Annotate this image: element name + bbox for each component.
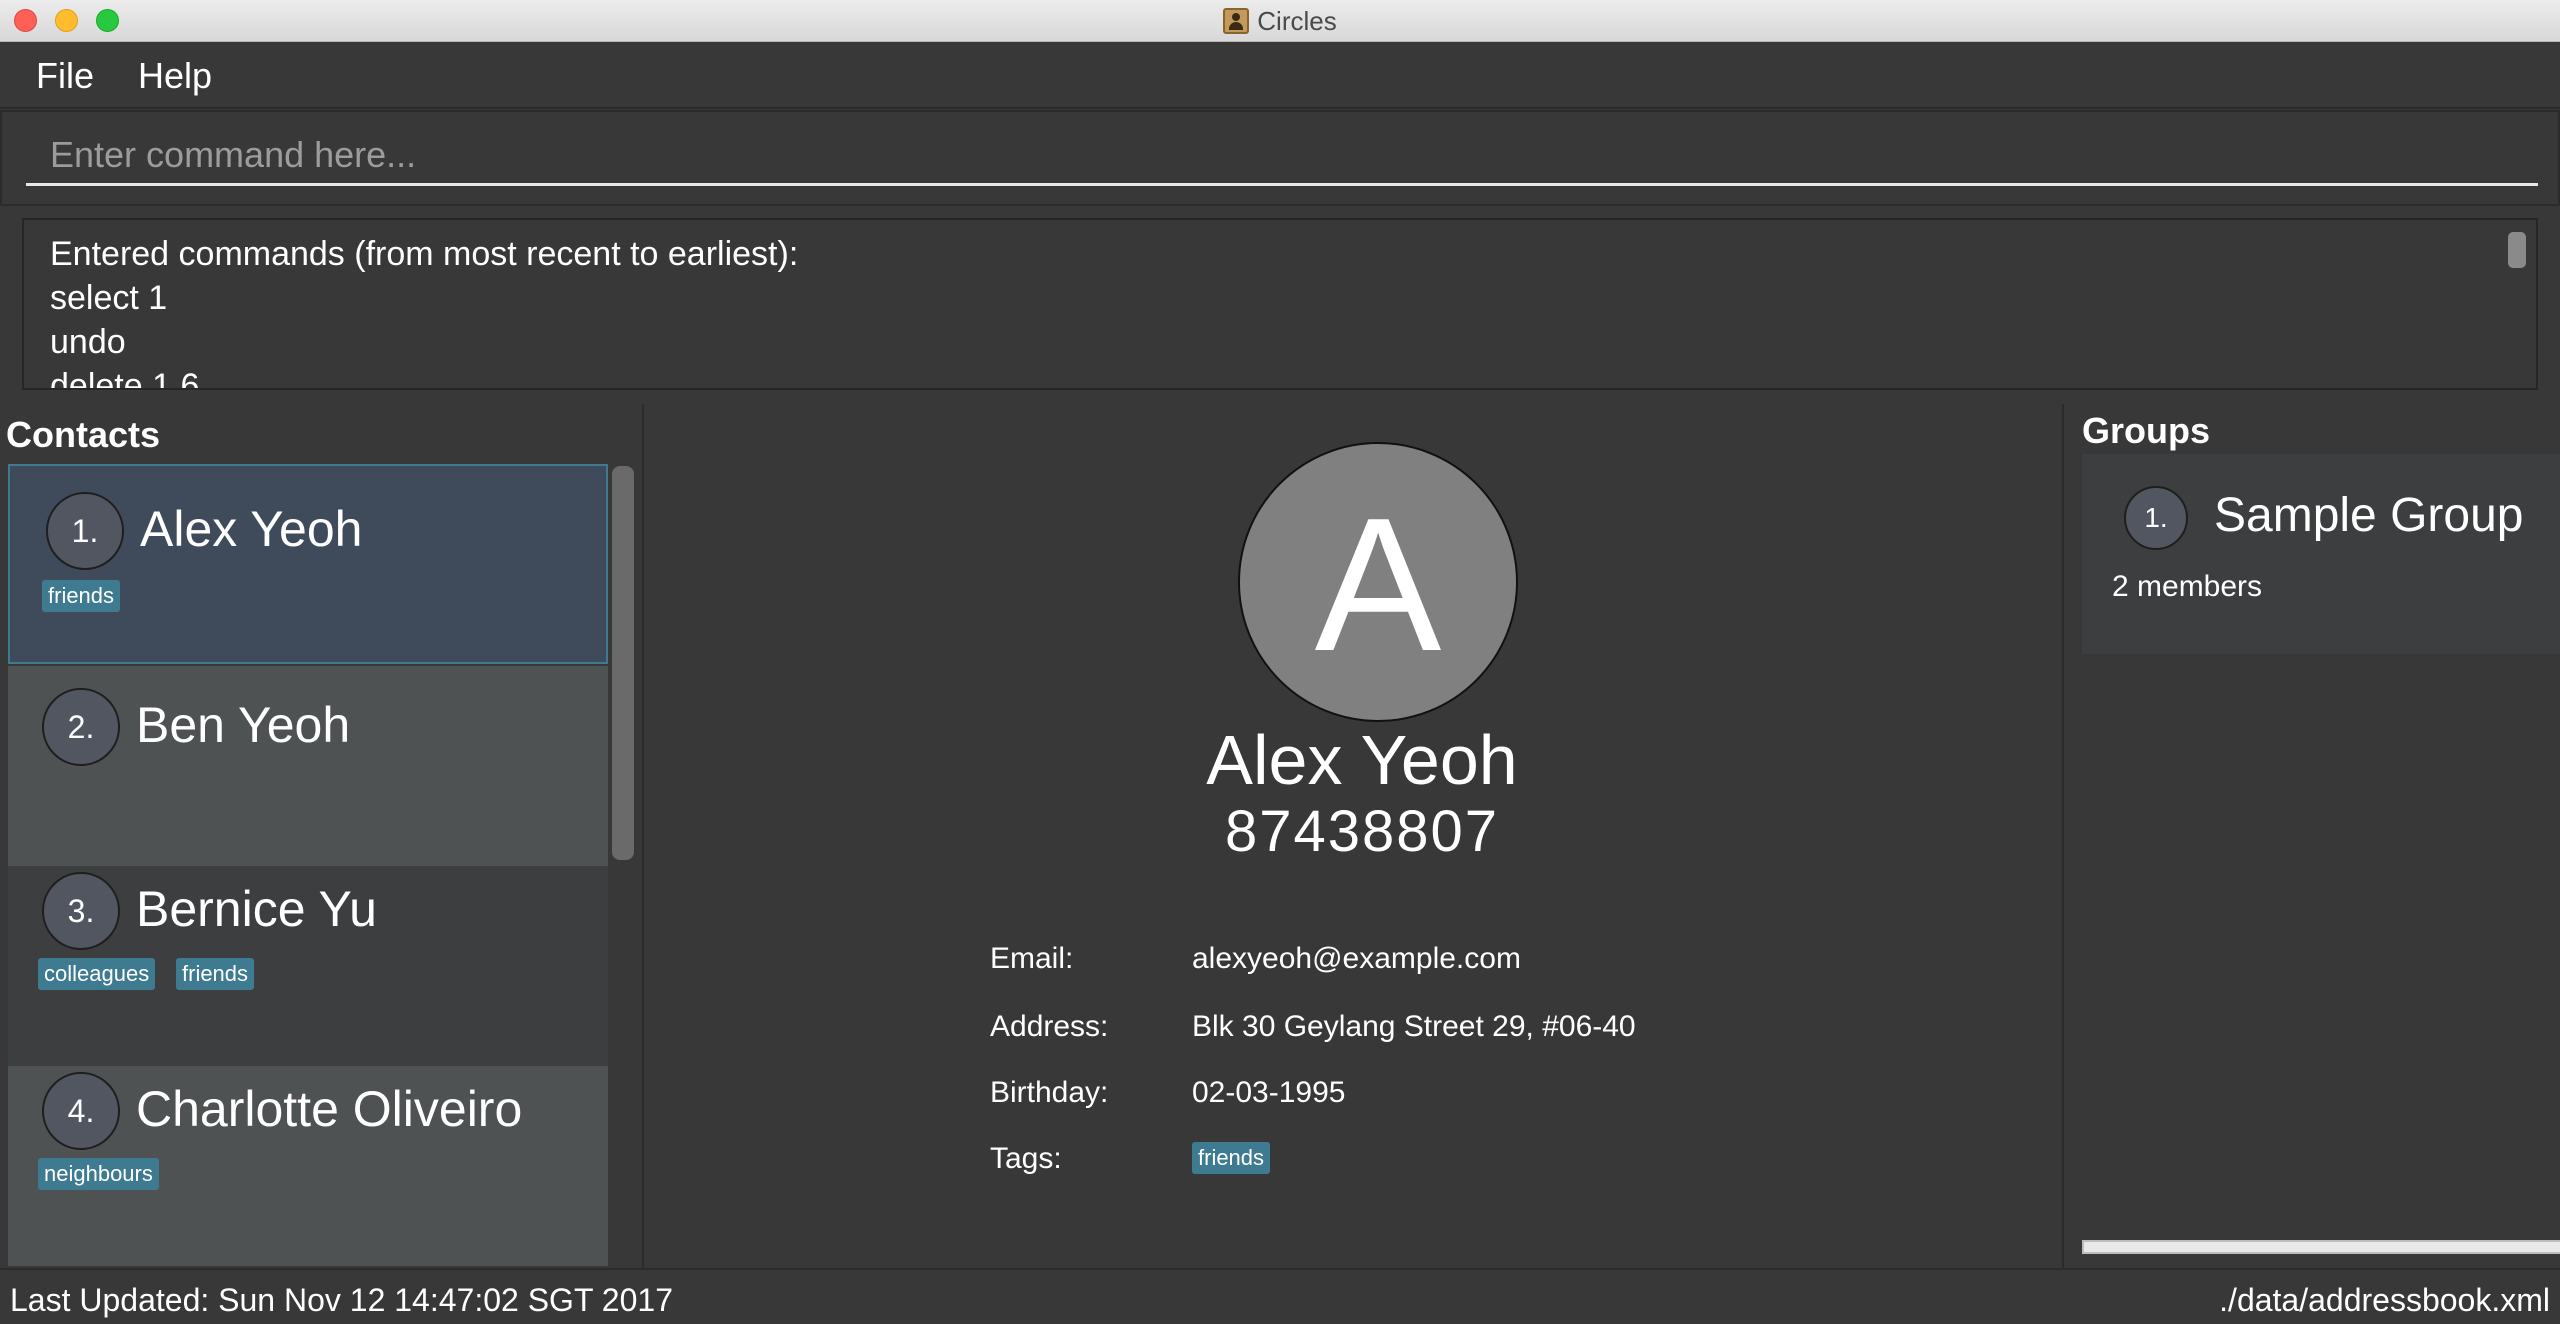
- address-book-icon: [1223, 8, 1250, 34]
- contact-index: 2.: [42, 688, 120, 766]
- contact-index: 1.: [46, 492, 124, 570]
- person-detail-panel: A Alex Yeoh 87438807 Email: alexyeoh@exa…: [646, 404, 2062, 1268]
- group-index: 1.: [2124, 486, 2188, 550]
- contact-tag: friends: [42, 580, 121, 612]
- contact-index: 4.: [42, 1072, 120, 1150]
- window-title: Circles: [1257, 5, 1337, 36]
- contact-list-scrollbar[interactable]: [612, 466, 634, 860]
- birthday-label: Birthday:: [990, 1076, 1109, 1109]
- contact-tag: friends: [176, 958, 255, 990]
- contact-name: Charlotte Oliveiro: [136, 1081, 523, 1137]
- group-list-scrollbar[interactable]: [2082, 1240, 2560, 1254]
- groups-panel: Groups 1. Sample Group 2 members: [2062, 404, 2560, 1268]
- contact-tag: neighbours: [38, 1158, 159, 1190]
- contact-name: Ben Yeoh: [136, 697, 351, 753]
- contact-card[interactable]: 2. Ben Yeoh: [8, 666, 608, 866]
- command-box: [0, 110, 2560, 206]
- contact-card[interactable]: 4. Charlotte Oliveiro neighbours: [8, 1066, 608, 1266]
- detail-tag: friends: [1192, 1142, 1271, 1174]
- birthday-value: 02-03-1995: [1192, 1076, 1346, 1109]
- group-card[interactable]: 1. Sample Group 2 members: [2082, 454, 2560, 654]
- contact-tag: colleagues: [38, 958, 156, 990]
- groups-title: Groups: [2082, 410, 2211, 451]
- window-titlebar: Circles: [0, 0, 2560, 42]
- command-input[interactable]: [26, 126, 2538, 186]
- contact-card[interactable]: 1. Alex Yeoh friends: [8, 464, 608, 664]
- menu-help[interactable]: Help: [138, 55, 212, 97]
- email-value: alexyeoh@example.com: [1192, 942, 1521, 975]
- menu-file[interactable]: File: [36, 55, 94, 97]
- status-bar: Last Updated: Sun Nov 12 14:47:02 SGT 20…: [0, 1268, 2560, 1324]
- address-label: Address:: [990, 1010, 1109, 1043]
- result-scrollbar[interactable]: [2508, 232, 2526, 268]
- last-updated-status: Last Updated: Sun Nov 12 14:47:02 SGT 20…: [10, 1282, 673, 1318]
- detail-phone: 87438807: [1224, 799, 1500, 864]
- contact-index: 3.: [42, 872, 120, 950]
- menu-bar: File Help: [0, 43, 2560, 109]
- group-name: Sample Group: [2214, 489, 2524, 542]
- contact-name: Bernice Yu: [136, 881, 377, 937]
- contacts-title: Contacts: [6, 414, 161, 455]
- address-value: Blk 30 Geylang Street 29, #06-40: [1192, 1010, 1636, 1043]
- contacts-panel: Contacts 1. Alex Yeoh friends 2. Ben Yeo…: [0, 404, 644, 1268]
- window-title-group: Circles: [0, 0, 2560, 42]
- contact-list: 1. Alex Yeoh friends 2. Ben Yeoh 3. Bern…: [8, 458, 608, 1268]
- save-file-path: ./data/addressbook.xml: [2219, 1282, 2550, 1318]
- contact-name: Alex Yeoh: [140, 501, 363, 557]
- detail-name: Alex Yeoh: [1206, 721, 1518, 799]
- result-text: Entered commands (from most recent to ea…: [50, 235, 799, 390]
- contact-card[interactable]: 3. Bernice Yu colleagues friends: [8, 866, 608, 1066]
- result-display[interactable]: Entered commands (from most recent to ea…: [22, 218, 2538, 390]
- avatar-letter: A: [1314, 479, 1442, 691]
- avatar: A: [1238, 442, 1518, 722]
- group-members: 2 members: [2112, 570, 2263, 603]
- tags-label: Tags:: [990, 1142, 1062, 1175]
- email-label: Email:: [990, 942, 1074, 975]
